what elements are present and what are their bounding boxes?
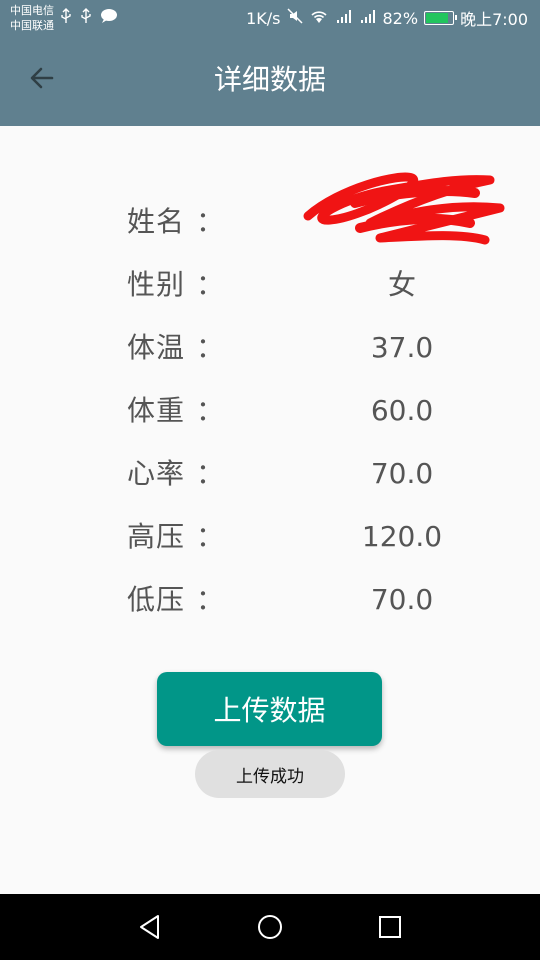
temperature-label: 体温 xyxy=(127,331,186,364)
carrier-1: 中国电信 xyxy=(10,4,54,17)
detail-row-diastolic: 低压 ： 70.0 xyxy=(0,568,540,631)
home-circle-icon[interactable] xyxy=(255,912,285,942)
heart-rate-label: 心率 xyxy=(127,457,186,490)
carrier-2: 中国联通 xyxy=(10,19,54,32)
name-colon: ： xyxy=(196,205,225,238)
battery-icon xyxy=(424,11,458,25)
detail-row-systolic: 高压 ： 120.0 xyxy=(0,505,540,568)
notification-icons xyxy=(60,8,118,28)
systolic-label: 高压 xyxy=(127,520,186,553)
temperature-value: 37.0 xyxy=(370,331,434,364)
diastolic-label: 低压 xyxy=(127,583,186,616)
upload-success-toast: 上传成功 xyxy=(195,750,345,798)
carrier-info: 中国电信 中国联通 xyxy=(10,3,54,33)
gender-colon: ： xyxy=(196,268,225,301)
detail-row-heart-rate: 心率 ： 70.0 xyxy=(0,442,540,505)
page-title: 详细数据 xyxy=(213,63,326,96)
weight-value: 60.0 xyxy=(370,394,434,427)
weight-label: 体重 xyxy=(127,394,186,427)
recents-square-icon[interactable] xyxy=(375,912,405,942)
usb-icon xyxy=(60,8,72,28)
usb-icon xyxy=(80,8,92,28)
gender-label: 性别 xyxy=(127,268,186,301)
status-icons-right: 1K/s 82% 晚上7:00 xyxy=(246,7,528,29)
heart-rate-colon: ： xyxy=(196,457,225,490)
wifi-icon xyxy=(309,8,329,28)
detail-row-temperature: 体温 ： 37.0 xyxy=(0,316,540,379)
weight-colon: ： xyxy=(196,394,225,427)
system-nav-bar xyxy=(0,894,540,960)
diastolic-colon: ： xyxy=(196,583,225,616)
diastolic-value: 70.0 xyxy=(370,583,434,616)
gender-value: 女 xyxy=(387,268,416,301)
mute-icon xyxy=(286,8,303,28)
signal-icon xyxy=(359,8,377,28)
battery-fill xyxy=(426,13,449,23)
back-triangle-icon[interactable] xyxy=(135,912,165,942)
battery-percent: 82% xyxy=(382,8,419,28)
systolic-colon: ： xyxy=(196,520,225,553)
app-toolbar: 详细数据 xyxy=(0,36,540,126)
detail-row-weight: 体重 ： 60.0 xyxy=(0,379,540,442)
systolic-value: 120.0 xyxy=(361,520,443,553)
temperature-colon: ： xyxy=(196,331,225,364)
message-icon xyxy=(100,8,118,28)
network-speed: 1K/s xyxy=(246,8,281,28)
detail-list: 姓名 ： 性别 ： 女 体温 ： 37.0 体重 ： 60.0 心率 ： 70.… xyxy=(0,190,540,631)
name-redaction-scribble xyxy=(303,172,505,245)
name-label: 姓名 xyxy=(127,205,186,238)
detail-row-gender: 性别 ： 女 xyxy=(0,253,540,316)
clock: 晚上7:00 xyxy=(460,10,528,29)
upload-data-button[interactable]: 上传数据 xyxy=(157,672,382,746)
status-bar: 中国电信 中国联通 1K/s 82% 晚上7:00 xyxy=(0,0,540,36)
signal-icon xyxy=(335,8,353,28)
heart-rate-value: 70.0 xyxy=(370,457,434,490)
